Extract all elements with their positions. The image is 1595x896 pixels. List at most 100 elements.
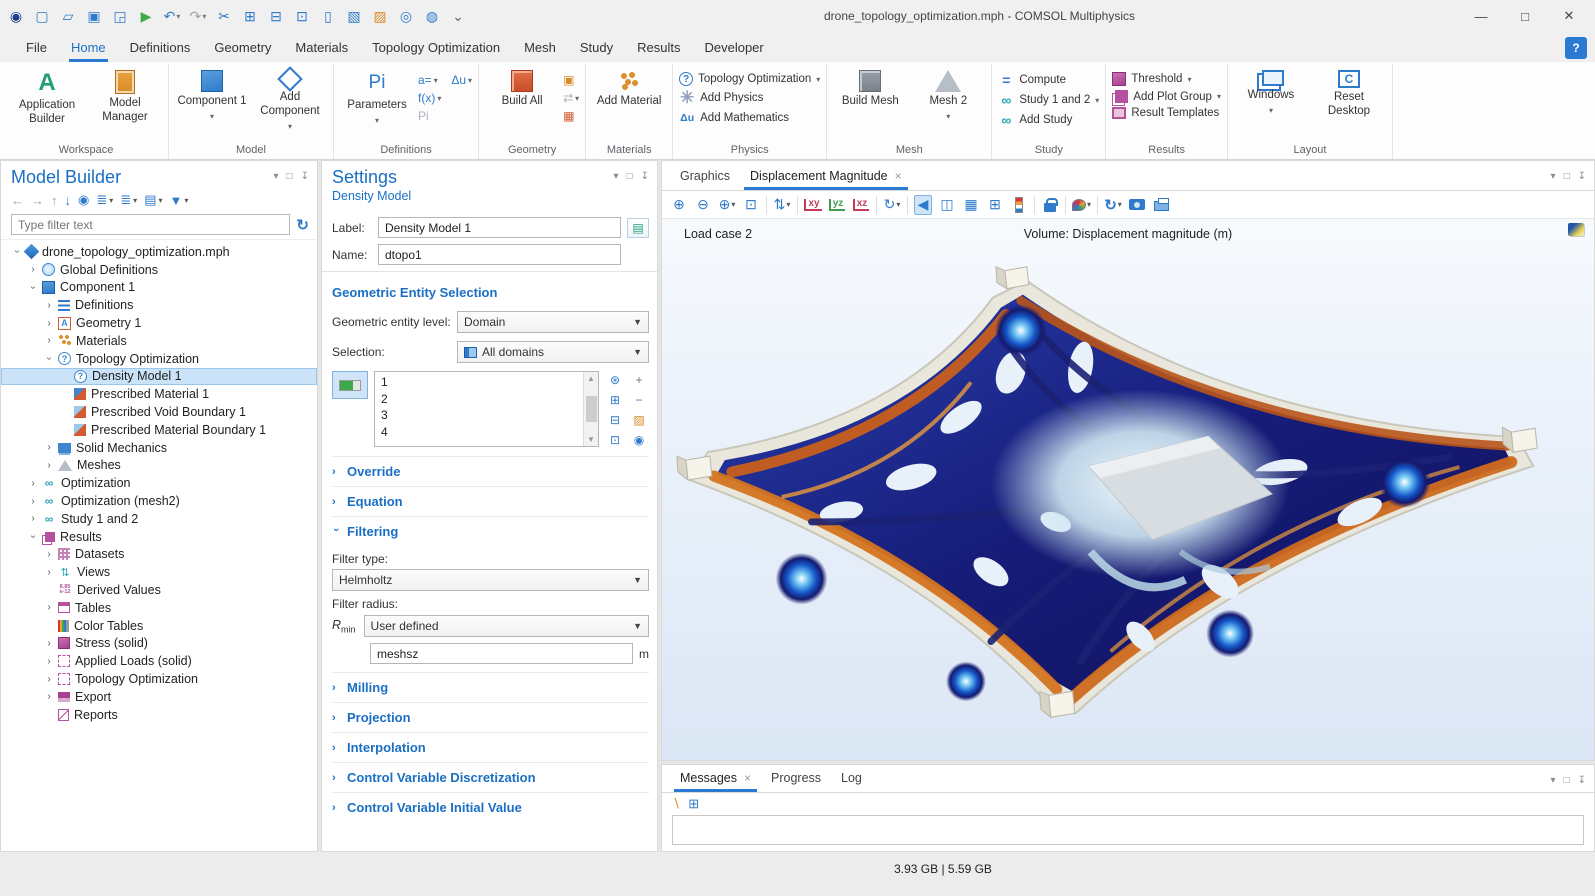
ribbon-button-model-manager[interactable]: Model Manager: [88, 66, 162, 125]
remove-from-selection-icon[interactable]: −: [629, 391, 649, 408]
tree-item-optimization-mesh2-[interactable]: ›∞Optimization (mesh2): [1, 492, 317, 510]
variables-icon[interactable]: a=▾: [418, 73, 441, 87]
copy-icon[interactable]: ⊞: [238, 4, 262, 28]
ribbon-tab-definitions[interactable]: Definitions: [118, 35, 203, 62]
section-projection[interactable]: ›Projection: [332, 702, 649, 732]
close-button[interactable]: ✕: [1547, 2, 1591, 30]
ribbon-button-add-study[interactable]: ∞Add Study: [998, 112, 1099, 128]
tree-item-prescribed-material-boundary-1[interactable]: Prescribed Material Boundary 1: [1, 421, 317, 439]
filter-type-dropdown[interactable]: Helmholtz▼: [332, 569, 649, 591]
tree-item-definitions[interactable]: ›Definitions: [1, 296, 317, 314]
deactivate-selection-icon[interactable]: ◉: [629, 431, 649, 448]
comsol-logo-icon[interactable]: ◉: [4, 4, 28, 28]
wireframe-icon[interactable]: ▦: [962, 195, 980, 215]
insert-sequence-icon[interactable]: ▣: [563, 73, 579, 87]
expand-arrow-icon[interactable]: ›: [43, 335, 55, 346]
name-field[interactable]: [378, 244, 621, 265]
selection-list-scrollbar[interactable]: ▲▼: [583, 372, 598, 446]
tree-item-export[interactable]: ›Export: [1, 688, 317, 706]
tree-item-derived-values[interactable]: 8.85e-12Derived Values: [1, 581, 317, 599]
ribbon-button-parameters[interactable]: PiParameters▾: [340, 66, 414, 125]
activate-selection-icon[interactable]: ▨: [629, 411, 649, 428]
go-back-icon[interactable]: ←: [11, 193, 24, 208]
tree-item-stress-solid-[interactable]: ›Stress (solid): [1, 635, 317, 653]
maximize-button[interactable]: □: [1503, 2, 1547, 30]
section-control-variable-initial-value[interactable]: ›Control Variable Initial Value: [332, 792, 649, 822]
lock-camera-icon[interactable]: [1041, 195, 1059, 215]
close-icon[interactable]: ×: [744, 771, 751, 785]
pin-panel-icon[interactable]: ↧: [1578, 775, 1586, 786]
label-field[interactable]: [378, 217, 621, 238]
delete-icon[interactable]: ▯: [316, 4, 340, 28]
ribbon-button-windows[interactable]: Windows▾: [1234, 66, 1308, 115]
tree-item-reports[interactable]: Reports: [1, 706, 317, 724]
ribbon-button-build-all[interactable]: Build All: [485, 66, 559, 109]
filter-icon[interactable]: ▼▾: [170, 193, 189, 208]
float-panel-icon[interactable]: □: [1564, 775, 1570, 786]
expand-arrow-icon[interactable]: ›: [27, 478, 39, 489]
zoom-to-selection-icon[interactable]: ⊕▾: [718, 195, 736, 215]
preferences-icon[interactable]: ◍: [420, 4, 444, 28]
section-milling[interactable]: ›Milling: [332, 672, 649, 702]
expand-arrow-icon[interactable]: ›: [43, 549, 55, 560]
pin-panel-icon[interactable]: ↧: [301, 171, 309, 182]
ribbon-tab-home[interactable]: Home: [59, 35, 118, 62]
expand-arrow-icon[interactable]: ›: [28, 281, 39, 293]
paste-selection-icon[interactable]: ⊟: [605, 411, 625, 428]
tree-filter-input[interactable]: [11, 214, 290, 235]
expand-arrow-icon[interactable]: ›: [28, 531, 39, 543]
section-equation[interactable]: ›Equation: [332, 486, 649, 516]
filter-radius-input[interactable]: [370, 643, 633, 664]
close-icon[interactable]: ×: [895, 169, 902, 183]
refresh-icon[interactable]: ↻: [296, 216, 309, 234]
tree-item-datasets[interactable]: ›Datasets: [1, 546, 317, 564]
collapse-panel-icon[interactable]: ▾: [274, 171, 279, 182]
selection-item[interactable]: 4: [381, 424, 577, 441]
nonlocal-couplings-icon[interactable]: Δu▾: [451, 73, 472, 87]
ribbon-button-build-mesh[interactable]: Build Mesh: [833, 66, 907, 109]
pin-panel-icon[interactable]: ↧: [641, 171, 649, 182]
expand-arrow-icon[interactable]: ›: [43, 674, 55, 685]
expand-arrow-icon[interactable]: ›: [43, 691, 55, 702]
tree-item-drone-topology-optimization-mph[interactable]: ›drone_topology_optimization.mph: [1, 243, 317, 261]
cut-icon[interactable]: ✂: [212, 4, 236, 28]
expand-arrow-icon[interactable]: ›: [43, 318, 55, 329]
zoom-in-icon[interactable]: ⊕: [670, 195, 688, 215]
parameter-case-icon[interactable]: Pi: [418, 109, 441, 123]
ribbon-button-study-1-and-2[interactable]: ∞Study 1 and 2▾: [998, 92, 1099, 108]
section-interpolation[interactable]: ›Interpolation: [332, 732, 649, 762]
show-icon[interactable]: ◉: [78, 192, 89, 208]
expand-all-icon[interactable]: ≣▾: [96, 192, 113, 208]
graphics-tab-graphics[interactable]: Graphics: [670, 163, 740, 190]
remove-details-icon[interactable]: ▦: [563, 109, 579, 123]
messages-content[interactable]: [672, 815, 1584, 845]
ribbon-button-add-mathematics[interactable]: ΔuAdd Mathematics: [679, 110, 820, 126]
update-icon[interactable]: ↻▾: [1104, 195, 1122, 215]
tree-item-prescribed-void-boundary-1[interactable]: Prescribed Void Boundary 1: [1, 403, 317, 421]
tree-item-views[interactable]: ›⇅Views: [1, 563, 317, 581]
open-message-window-icon[interactable]: ⊞: [688, 796, 699, 812]
ribbon-button-application-builder[interactable]: AApplication Builder: [10, 66, 84, 127]
float-panel-icon[interactable]: □: [1564, 171, 1570, 182]
expand-arrow-icon[interactable]: ›: [44, 353, 55, 365]
float-panel-icon[interactable]: □: [627, 171, 633, 182]
tree-item-density-model-1[interactable]: ?Density Model 1: [1, 368, 317, 386]
section-override[interactable]: ›Override: [332, 456, 649, 486]
tree-item-optimization[interactable]: ›∞Optimization: [1, 474, 317, 492]
ribbon-button-reset-desktop[interactable]: CReset Desktop: [1312, 66, 1386, 119]
copy-selection-icon[interactable]: ⊞: [605, 391, 625, 408]
pin-panel-icon[interactable]: ↧: [1578, 171, 1586, 182]
collapse-panel-icon[interactable]: ▾: [1551, 171, 1556, 182]
rotate-icon[interactable]: ↻▾: [883, 195, 901, 215]
ribbon-button-add-plot-group[interactable]: Add Plot Group▾: [1112, 90, 1221, 103]
save-icon[interactable]: ▣: [82, 4, 106, 28]
rename-icon[interactable]: ▤: [627, 218, 649, 238]
tree-item-meshes[interactable]: ›Meshes: [1, 457, 317, 475]
expand-arrow-icon[interactable]: ›: [43, 656, 55, 667]
expand-arrow-icon[interactable]: ›: [12, 246, 23, 258]
expand-arrow-icon[interactable]: ›: [43, 638, 55, 649]
section-control-variable-discretization[interactable]: ›Control Variable Discretization: [332, 762, 649, 792]
collapse-all-icon[interactable]: ≣▾: [120, 192, 137, 208]
zoom-to-selection-icon[interactable]: ⊡: [605, 431, 625, 448]
ribbon-button-result-templates[interactable]: Result Templates: [1112, 107, 1221, 119]
